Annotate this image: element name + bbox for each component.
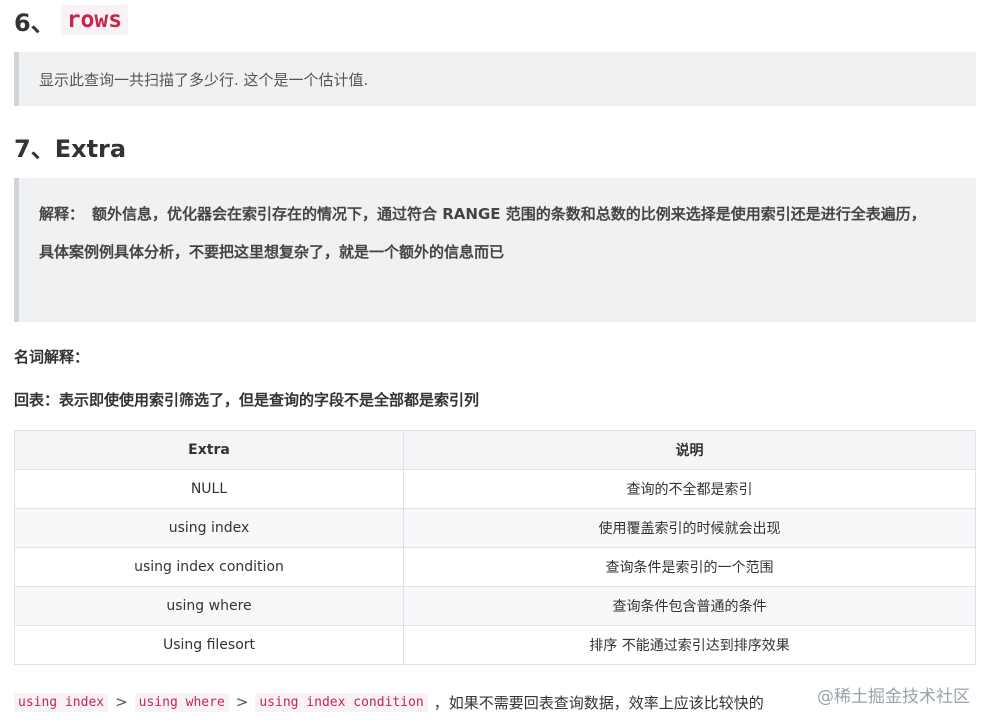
table-cell-extra: NULL bbox=[14, 469, 404, 509]
greater-than: > bbox=[115, 693, 128, 711]
extra-note: 具体案例例具体分析，不要把这里想复杂了，就是一个额外的信息而已 bbox=[39, 243, 505, 261]
heading-extra: 7、Extra bbox=[14, 134, 127, 163]
code-using-where: using where bbox=[134, 692, 229, 712]
table-cell-desc: 查询条件包含普通的条件 bbox=[403, 586, 976, 626]
table-row: Using filesort 排序 不能通过索引达到排序效果 bbox=[14, 625, 976, 665]
heading-number: 6、 bbox=[14, 8, 55, 37]
rows-blockquote: 显示此查询一共扫描了多少行. 这个是一个估计值. bbox=[14, 52, 976, 106]
extra-blockquote: 解释： 额外信息，优化器会在索引存在的情况下，通过符合 RANGE 范围的条数和总… bbox=[14, 178, 976, 322]
table-cell-desc: 使用覆盖索引的时候就会出现 bbox=[403, 508, 976, 548]
extra-explanation: 解释： 额外信息，优化器会在索引存在的情况下，通过符合 RANGE 范围的条数和总… bbox=[39, 202, 956, 226]
table-row: NULL 查询的不全都是索引 bbox=[14, 469, 976, 509]
table-header-desc: 说明 bbox=[403, 430, 976, 470]
explanation-text: 额外信息，优化器会在索引存在的情况下，通过符合 RANGE 范围的条数和总数的比… bbox=[92, 205, 926, 223]
explanation-label: 解释： bbox=[39, 205, 85, 223]
ordering-note: ，如果不需要回表查询数据，效率上应该比较快的 bbox=[433, 693, 764, 712]
table-cell-desc: 排序 不能通过索引达到排序效果 bbox=[403, 625, 976, 665]
ordering-line: using index > using where > using index … bbox=[14, 690, 764, 714]
table-cell-extra: using where bbox=[14, 586, 404, 626]
table-row: using index condition 查询条件是索引的一个范围 bbox=[14, 547, 976, 587]
table-cell-extra: using index condition bbox=[14, 547, 404, 587]
terms-title: 名词解释： bbox=[14, 348, 90, 366]
table-header-row: Extra 说明 bbox=[14, 430, 976, 470]
huibiao-definition: 回表：表示即使使用索引筛选了，但是查询的字段不是全部都是索引列 bbox=[14, 391, 480, 409]
greater-than: > bbox=[235, 693, 249, 711]
code-using-index: using index bbox=[14, 692, 109, 712]
table-cell-desc: 查询条件是索引的一个范围 bbox=[403, 547, 976, 587]
extra-table: Extra 说明 NULL 查询的不全都是索引 using index 使用覆盖… bbox=[14, 430, 976, 665]
heading-rows: 6、 rows bbox=[14, 2, 129, 38]
table-cell-desc: 查询的不全都是索引 bbox=[403, 469, 976, 509]
rows-description: 显示此查询一共扫描了多少行. 这个是一个估计值. bbox=[39, 70, 369, 89]
table-cell-extra: Using filesort bbox=[14, 625, 404, 665]
table-row: using where 查询条件包含普通的条件 bbox=[14, 586, 976, 626]
heading-keyword: rows bbox=[60, 5, 129, 35]
table-header-extra: Extra bbox=[14, 430, 404, 470]
table-row: using index 使用覆盖索引的时候就会出现 bbox=[14, 508, 976, 548]
code-using-index-condition: using index condition bbox=[255, 692, 428, 712]
watermark: @稀土掘金技术社区 bbox=[817, 686, 970, 707]
table-cell-extra: using index bbox=[14, 508, 404, 548]
